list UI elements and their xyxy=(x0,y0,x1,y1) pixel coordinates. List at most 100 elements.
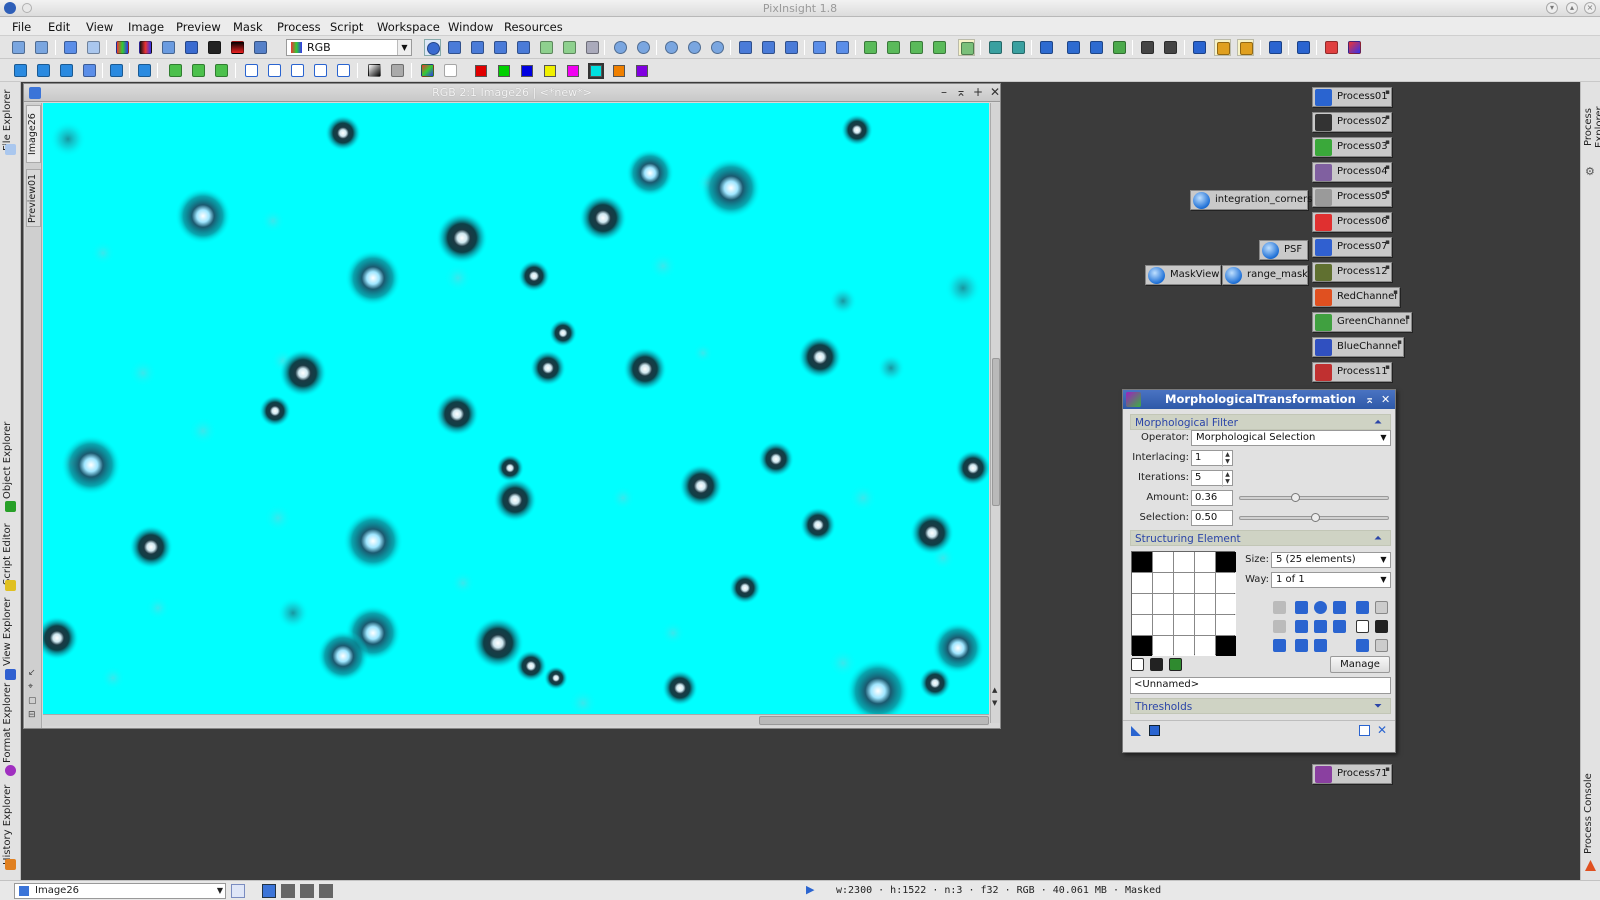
preferences-icon[interactable] xyxy=(1323,39,1340,56)
transform-icon[interactable] xyxy=(108,62,125,79)
lock-icon[interactable] xyxy=(1038,39,1055,56)
process-icon-process01[interactable]: Process01 ▪ xyxy=(1312,87,1392,107)
selection-field[interactable]: 0.50 xyxy=(1191,510,1233,526)
remove-way-icon[interactable] xyxy=(1150,658,1163,671)
yellow-swatch[interactable] xyxy=(544,65,556,77)
structuring-cell[interactable] xyxy=(1195,594,1215,614)
view-selector[interactable]: Image26 ▼ xyxy=(14,883,226,899)
process-icon-process06[interactable]: Process06 ▪ xyxy=(1312,212,1392,232)
rgb-channels-icon[interactable] xyxy=(114,39,131,56)
center-mode-icon[interactable] xyxy=(492,39,509,56)
process-icon-process12[interactable]: Process12 ▪ xyxy=(1312,262,1392,282)
pan-mode-icon[interactable] xyxy=(469,39,486,56)
undo-icon[interactable] xyxy=(10,39,27,56)
structuring-cell[interactable] xyxy=(1153,573,1173,593)
vertical-scrollbar[interactable]: ▲ ▼ xyxy=(990,103,1000,723)
structuring-cell[interactable] xyxy=(1195,615,1215,635)
duplicate-icon[interactable] xyxy=(85,39,102,56)
menu-workspace[interactable]: Workspace xyxy=(377,20,440,34)
new-image-icon[interactable] xyxy=(62,39,79,56)
structuring-cell[interactable] xyxy=(1216,552,1236,572)
zoom-2-1-icon[interactable] xyxy=(686,39,703,56)
structuring-cell[interactable] xyxy=(1195,552,1215,572)
script-icon[interactable] xyxy=(862,39,879,56)
structuring-cell[interactable] xyxy=(1195,636,1215,656)
structuring-cell[interactable] xyxy=(1132,552,1152,572)
x-structure-icon[interactable] xyxy=(1314,639,1327,652)
rotate-cw-icon[interactable] xyxy=(266,62,283,79)
menu-window[interactable]: Window xyxy=(448,20,493,34)
export-icon[interactable] xyxy=(987,39,1004,56)
zoom-in-icon[interactable] xyxy=(612,39,629,56)
clear-icon[interactable] xyxy=(442,62,459,79)
set-zero-icon[interactable] xyxy=(1375,620,1388,633)
purple-swatch[interactable] xyxy=(636,65,648,77)
magenta-swatch[interactable] xyxy=(567,65,579,77)
edit-preview-icon[interactable] xyxy=(561,39,578,56)
tab-process-console[interactable]: Process Console xyxy=(1583,772,1599,856)
structuring-cell[interactable] xyxy=(1216,573,1236,593)
mirror-horizontal-icon[interactable] xyxy=(312,62,329,79)
horizontal-scroll-thumb[interactable] xyxy=(759,716,989,725)
process-icons-icon[interactable] xyxy=(1191,39,1208,56)
redo-icon[interactable] xyxy=(33,39,50,56)
readout-mode-icon[interactable] xyxy=(424,39,441,56)
new-preview-icon[interactable] xyxy=(538,39,555,56)
display-channel-blue-icon[interactable] xyxy=(319,884,333,898)
structuring-cell[interactable] xyxy=(1174,573,1194,593)
manage-button[interactable]: Manage xyxy=(1330,656,1390,673)
rotate-180-icon[interactable] xyxy=(289,62,306,79)
structuring-cell[interactable] xyxy=(1216,636,1236,656)
process-icon-process11[interactable]: Process11 ▪ xyxy=(1312,362,1392,382)
shade-icon[interactable]: ⌅ xyxy=(1365,390,1374,409)
process-icon-process07[interactable]: Process07 ▪ xyxy=(1312,237,1392,257)
run-script-icon[interactable] xyxy=(908,39,925,56)
tab-history-explorer[interactable]: History Explorer xyxy=(2,780,19,870)
zoom-fit-icon[interactable] xyxy=(160,39,177,56)
morphological-transformation-panel[interactable]: MorphologicalTransformation ⌅ ✕ Morpholo… xyxy=(1122,389,1396,753)
apply-global-icon[interactable] xyxy=(1149,725,1160,736)
menu-script[interactable]: Script xyxy=(330,20,363,34)
histogram-icon[interactable] xyxy=(183,39,200,56)
zoom-out-icon[interactable] xyxy=(635,39,652,56)
structuring-cell[interactable] xyxy=(1216,594,1236,614)
structuring-cell[interactable] xyxy=(1174,552,1194,572)
tab-image26[interactable]: Image26 xyxy=(26,105,41,163)
instance-icon-psf[interactable]: PSF xyxy=(1259,240,1308,260)
amount-slider[interactable] xyxy=(1239,493,1389,502)
antidiagonal-structure-icon[interactable] xyxy=(1333,620,1346,633)
cyan-swatch[interactable] xyxy=(588,63,604,79)
image-window[interactable]: RGB 2:1 Image26 | <*new*> – ⌅ + ✕ Image2… xyxy=(23,83,1001,729)
diamond-structure-icon[interactable] xyxy=(1295,601,1308,614)
vertical-scroll-thumb[interactable] xyxy=(992,358,1000,506)
import-icon[interactable] xyxy=(1010,39,1027,56)
structuring-cell[interactable] xyxy=(1153,552,1173,572)
workspace-icon[interactable] xyxy=(1295,39,1312,56)
vertical-structure-icon[interactable] xyxy=(1295,620,1308,633)
circular-structure-icon[interactable] xyxy=(1273,601,1286,614)
square-structure-icon[interactable] xyxy=(1333,601,1346,614)
zoom-mode-icon[interactable] xyxy=(446,39,463,56)
instance-icon-integration-corners[interactable]: integration_corners xyxy=(1190,190,1312,210)
star-mask-icon[interactable] xyxy=(12,62,29,79)
process-icon-process02[interactable]: Process02 ▪ xyxy=(1312,112,1392,132)
menu-file[interactable]: File xyxy=(12,20,31,34)
red-swatch[interactable] xyxy=(475,65,487,77)
statistics-icon[interactable] xyxy=(1162,39,1179,56)
ring-structure-icon[interactable] xyxy=(1314,601,1327,614)
spin-arrows-icon[interactable]: ▲ ▼ xyxy=(1222,471,1232,487)
structuring-cell[interactable] xyxy=(1132,615,1152,635)
process-icon-redchannel[interactable]: RedChannel ▪ xyxy=(1312,287,1400,307)
layers-remove-icon[interactable] xyxy=(213,62,230,79)
scroll-down-icon[interactable]: ▼ xyxy=(992,699,997,707)
orange-swatch[interactable] xyxy=(613,65,625,77)
structuring-cell[interactable] xyxy=(1153,615,1173,635)
process-icon-process05[interactable]: Process05 ▪ xyxy=(1312,187,1392,207)
structuring-cell[interactable] xyxy=(1174,636,1194,656)
view-tools-icon[interactable]: ↙ ⌖ ▢ ⊟ xyxy=(28,666,37,722)
close-image-icon[interactable] xyxy=(1111,39,1128,56)
maximize-icon[interactable]: ▴ xyxy=(1566,2,1578,14)
rotate-structure-icon[interactable] xyxy=(1356,639,1369,652)
menu-image[interactable]: Image xyxy=(128,20,164,34)
mirror-vertical-icon[interactable] xyxy=(335,62,352,79)
